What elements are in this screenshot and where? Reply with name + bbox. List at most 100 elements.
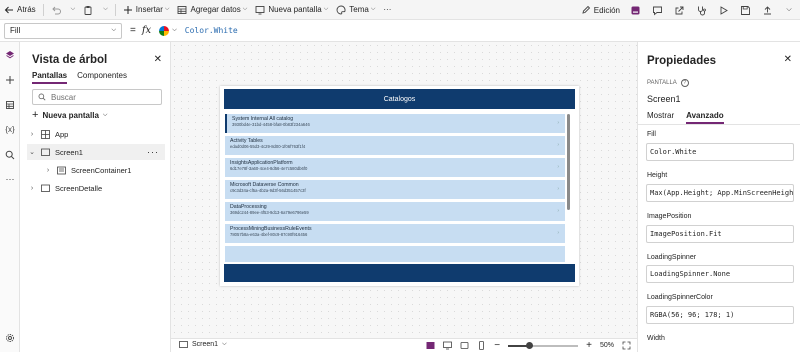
variables-rail-button[interactable]: {x} [0,117,20,142]
tree-view-rail-button[interactable] [0,42,20,67]
screen-breadcrumb[interactable]: Screen1 ⌵ [179,341,227,348]
zoom-out-button[interactable]: − [494,340,500,351]
save-dropdown[interactable]: ⌵ [778,0,800,20]
undo-dropdown[interactable]: ⌵ [65,0,80,20]
catalog-gallery[interactable]: System Internal All catalog 3930bd4e-31b… [225,114,570,262]
tab-components[interactable]: Componentes [77,71,127,84]
chevron-right-icon: › [557,208,559,214]
property-label: ImagePosition [647,213,692,220]
tab-screens[interactable]: Pantallas [32,71,68,84]
chevron-down-icon: ⌵ [172,27,177,33]
gallery-scrollbar[interactable] [567,114,570,210]
property-selector[interactable]: Fill ⌵ [4,22,122,39]
status-bar: Screen1 ⌵ − + 50% [171,338,637,352]
property-selector-value: Fill [10,26,21,35]
search-placeholder: Buscar [51,92,76,102]
save-button[interactable] [734,0,756,20]
tree-item-screencontainer1[interactable]: › ScreenContainer1 [43,162,165,178]
search-rail-button[interactable] [0,142,20,167]
property-field-loadingspinnercolor[interactable]: RGBA(56; 96; 178; 1) [646,306,794,324]
app-footer[interactable] [224,264,575,282]
tree-search-input[interactable]: Buscar [32,89,162,105]
formula-input[interactable]: Color.White [185,26,238,35]
edit-label: Edición [593,5,620,15]
add-data-button[interactable]: Agregar datos ⌵ [173,0,251,20]
property-field-imageposition[interactable]: ImagePosition.Fit [646,225,794,243]
new-screen-button[interactable]: Nueva pantalla ⌵ [251,0,332,20]
property-label: Fill [647,131,656,138]
theme-button[interactable]: Tema ⌵ [332,0,379,20]
screen-icon [40,148,50,157]
chevron-down-icon: ⌵ [70,6,76,12]
share-button[interactable] [668,0,690,20]
copilot-button[interactable] [624,0,646,20]
chevron-down-icon: ⌵ [242,6,248,12]
arrow-left-icon [4,6,13,13]
gallery-item[interactable]: Microsoft Dataverse Common c9c3d34a-cf5a… [225,180,565,199]
monitor-icon[interactable] [443,341,453,350]
control-type: PANTALLA ? [647,79,689,87]
gallery-item[interactable]: DataProcessing 369dc244-89ee-4f53-9d13-6… [225,202,565,221]
chevron-down-icon: ⌵ [164,6,170,12]
comments-button[interactable] [646,0,668,20]
layout-tablet-icon[interactable] [426,341,435,350]
chevron-right-icon: › [30,184,34,192]
fit-to-screen-icon[interactable] [622,341,631,350]
zoom-slider-knob[interactable] [525,341,533,349]
search-icon [38,93,46,101]
property-field-fill[interactable]: Color.White [646,143,794,161]
plus-icon: + [32,109,39,121]
property-field-height[interactable]: Max(App.Height; App.MinScreenHeight) [646,184,794,202]
tree-item-screen1[interactable]: ⌄ Screen1 ··· [27,144,165,160]
property-field-loadingspinner[interactable]: LoadingSpinner.None [646,265,794,283]
more-options-button[interactable]: ··· [147,147,159,157]
equals-sign: = [130,25,136,36]
gallery-item[interactable]: InsightsApplicationPlatform 6d17e78f-3a6… [225,158,565,177]
pencil-icon [582,5,590,14]
new-screen-tree-button[interactable]: + Nueva pantalla ⌵ [32,109,107,121]
tab-display[interactable]: Mostrar [647,111,674,124]
tab-advanced[interactable]: Avanzado [686,111,724,124]
gallery-item[interactable] [225,246,565,262]
gear-icon [6,333,14,342]
control-type-label: PANTALLA [647,80,677,86]
help-icon[interactable]: ? [680,79,689,87]
chevron-right-icon: › [46,166,50,174]
zoom-slider[interactable] [508,341,579,349]
zoom-in-button[interactable]: + [586,340,592,351]
paste-dropdown[interactable]: ⌵ [97,0,112,20]
more-label: ··· [383,5,392,14]
insert-rail-button[interactable] [0,67,20,92]
insert-button[interactable]: Insertar ⌵ [119,0,174,20]
layers-icon [6,50,14,58]
paste-button[interactable] [79,0,97,20]
gallery-item[interactable]: ProcessMiningBusinessRuleEvents 78057b8a… [225,224,565,243]
edit-mode-button[interactable]: Edición [577,0,624,20]
data-rail-button[interactable] [0,92,20,117]
properties-tabs: Mostrar Avanzado [647,111,724,124]
close-icon[interactable]: ✕ [784,54,792,65]
property-label: LoadingSpinner [647,254,697,261]
app-header-title: Catalogos [383,95,416,103]
gallery-item[interactable]: Activity Tables edad0d06-55d3-4c29-8d00-… [225,136,565,155]
app-screen-preview[interactable]: Catalogos System Internal All catalog 39… [220,86,579,286]
tree-item-app[interactable]: › App [27,126,165,142]
phone-icon[interactable] [477,341,486,350]
chevron-right-icon: › [557,120,559,126]
app-checker-button[interactable] [690,0,712,20]
gallery-item[interactable]: System Internal All catalog 3930bd4e-31b… [225,114,565,133]
undo-button[interactable] [47,0,65,20]
settings-rail-button[interactable] [0,325,20,350]
app-header[interactable]: Catalogos [224,89,575,109]
tree-item-screendetalle[interactable]: › ScreenDetalle [27,180,165,196]
back-button[interactable]: Atrás [0,0,40,20]
close-icon[interactable]: ✕ [154,54,162,65]
publish-button[interactable] [756,0,778,20]
copilot-formula-button[interactable]: ⌵ [159,25,177,36]
more-rail-button[interactable]: ⋯ [0,167,20,192]
tablet-icon[interactable] [460,341,469,350]
table-icon [178,5,187,14]
preview-button[interactable] [712,0,734,20]
properties-title: Propiedades [647,55,717,67]
more-commands-button[interactable]: ··· [379,0,395,20]
